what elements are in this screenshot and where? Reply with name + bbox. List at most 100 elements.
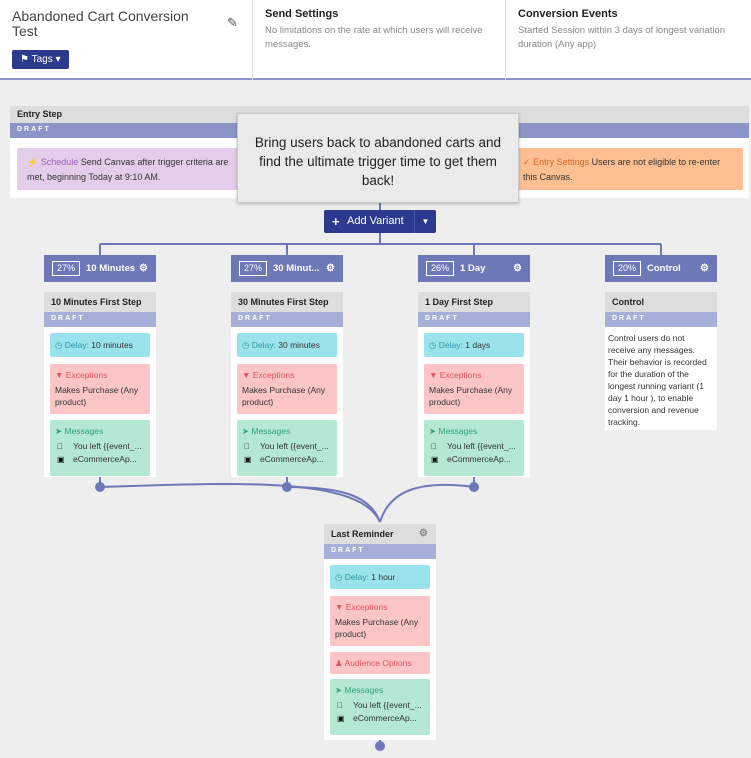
delay-label: Delay: [344,572,369,582]
message-item-web[interactable]: ▣ eCommerceAp... [431,453,519,466]
message-item-push[interactable]: You left {{event_... [431,440,519,453]
step-title: 30 Minutes First Step [231,292,343,312]
exceptions-block[interactable]: ▼ Exceptions Makes Purchase (Any product… [237,364,337,414]
connector-dot[interactable] [469,482,479,492]
apple-icon:  [431,441,447,453]
exceptions-block[interactable]: ▼ Exceptions Makes Purchase (Any product… [330,596,430,646]
message-name: You left {{event_... [260,441,329,451]
delay-block[interactable]: ◷ Delay: 1 hour [330,565,430,589]
message-item-web[interactable]: ▣ eCommerceAp... [244,453,332,466]
message-name: You left {{event_... [73,441,142,451]
delay-label: Delay: [438,340,463,350]
messages-block[interactable]: ➤ Messages You left {{event_... ▣ eComme… [330,679,430,735]
draft-label: DRAFT [231,312,343,327]
delay-value: 1 days [465,340,491,350]
clock-icon: ◷ [335,572,343,582]
message-name: eCommerceAp... [260,453,324,464]
messages-label: Messages [438,426,478,436]
gear-icon[interactable]: ⚙ [326,263,335,274]
delay-block[interactable]: ◷ Delay: 1 days [424,333,524,357]
message-name: eCommerceAp... [73,453,137,464]
exceptions-block[interactable]: ▼ Exceptions Makes Purchase (Any product… [50,364,150,414]
delay-value: 10 minutes [91,340,133,350]
chevron-down-icon[interactable]: ▼ [414,210,436,233]
entry-settings-icon: ✓ [523,157,531,167]
exceptions-label: Exceptions [65,370,108,380]
entry-settings-block[interactable]: ✓ Entry Settings Users are not eligible … [515,148,743,190]
audience-options-label: Audience Options [344,658,412,668]
draft-label: DRAFT [418,312,530,327]
clock-icon: ◷ [242,340,250,350]
gear-icon[interactable]: ⚙ [513,263,522,274]
variant-header-30-minutes[interactable]: 27% 30 Minut... ⚙ [231,255,343,282]
step-title: 10 Minutes First Step [44,292,156,312]
message-item-push[interactable]: You left {{event_... [57,440,145,453]
variant-name: 30 Minut... [273,263,320,274]
exceptions-text: Makes Purchase (Any product) [335,617,419,639]
exceptions-label: Exceptions [345,602,388,612]
desktop-icon: ▣ [337,713,345,723]
connector-dot[interactable] [375,741,385,751]
messages-label: Messages [64,426,104,436]
paper-plane-icon: ➤ [335,685,343,695]
messages-block[interactable]: ➤ Messages You left {{event_... ▣ eComme… [50,420,150,476]
draft-label: DRAFT [44,312,156,327]
schedule-block[interactable]: ⚡ Schedule Send Canvas after trigger cri… [17,148,245,190]
control-description: Control users do not receive any message… [608,333,707,427]
filter-icon: ▼ [55,370,64,380]
exceptions-label: Exceptions [252,370,295,380]
message-item-push[interactable]: You left {{event_... [337,699,425,712]
message-item-push[interactable]: You left {{event_... [244,440,332,453]
step-title: Control [605,292,717,312]
message-name: eCommerceAp... [353,712,417,723]
filter-icon: ▼ [242,370,251,380]
audience-options-block[interactable]: ♟ Audience Options [330,652,430,674]
step-title-bar: Last Reminder ⚙ [324,524,436,544]
step-card-10-minutes[interactable]: 10 Minutes First Step DRAFT ◷ Delay: 10 … [44,292,156,477]
variant-name: Control [647,263,681,274]
desktop-icon: ▣ [431,454,439,464]
step-card-1-day[interactable]: 1 Day First Step DRAFT ◷ Delay: 1 days ▼… [418,292,530,477]
variant-header-1-day[interactable]: 26% 1 Day ⚙ [418,255,530,282]
desktop-icon: ▣ [244,454,252,464]
draft-label: DRAFT [324,544,436,559]
delay-block[interactable]: ◷ Delay: 30 minutes [237,333,337,357]
exceptions-text: Makes Purchase (Any product) [242,385,326,407]
step-title: Last Reminder [331,529,394,539]
messages-label: Messages [344,685,384,695]
exceptions-block[interactable]: ▼ Exceptions Makes Purchase (Any product… [424,364,524,414]
paper-plane-icon: ➤ [242,426,250,436]
paper-plane-icon: ➤ [55,426,63,436]
variant-header-control[interactable]: 20% Control ⚙ [605,255,717,282]
messages-block[interactable]: ➤ Messages You left {{event_... ▣ eComme… [237,420,337,476]
message-item-web[interactable]: ▣ eCommerceAp... [57,453,145,466]
connector-dot[interactable] [95,482,105,492]
variant-percentage[interactable]: 27% [52,261,81,276]
variant-header-10-minutes[interactable]: 27% 10 Minutes ⚙ [44,255,156,282]
connector-dot[interactable] [282,482,292,492]
entry-settings-label: Entry Settings [533,157,590,167]
gear-icon[interactable]: ⚙ [139,263,148,274]
apple-icon:  [244,441,260,453]
message-item-web[interactable]: ▣ eCommerceAp... [337,712,425,725]
delay-label: Delay: [251,340,276,350]
gear-icon[interactable]: ⚙ [700,263,709,274]
variant-percentage[interactable]: 27% [239,261,268,276]
variant-percentage[interactable]: 20% [613,261,642,276]
variant-percentage[interactable]: 26% [426,261,455,276]
messages-label: Messages [251,426,291,436]
filter-icon: ▼ [335,602,344,612]
add-variant-button[interactable]: + Add Variant ▼ [324,210,436,233]
delay-label: Delay: [64,340,89,350]
users-icon: ♟ [335,658,343,668]
step-card-last-reminder[interactable]: Last Reminder ⚙ DRAFT ◷ Delay: 1 hour ▼ … [324,524,436,740]
plus-icon: + [332,214,340,229]
step-card-30-minutes[interactable]: 30 Minutes First Step DRAFT ◷ Delay: 30 … [231,292,343,477]
desktop-icon: ▣ [57,454,65,464]
delay-block[interactable]: ◷ Delay: 10 minutes [50,333,150,357]
gear-icon[interactable]: ⚙ [419,528,428,539]
step-card-control[interactable]: Control DRAFT Control users do not recei… [605,292,717,430]
messages-block[interactable]: ➤ Messages You left {{event_... ▣ eComme… [424,420,524,476]
exceptions-label: Exceptions [439,370,482,380]
lightning-icon: ⚡ [27,157,39,167]
